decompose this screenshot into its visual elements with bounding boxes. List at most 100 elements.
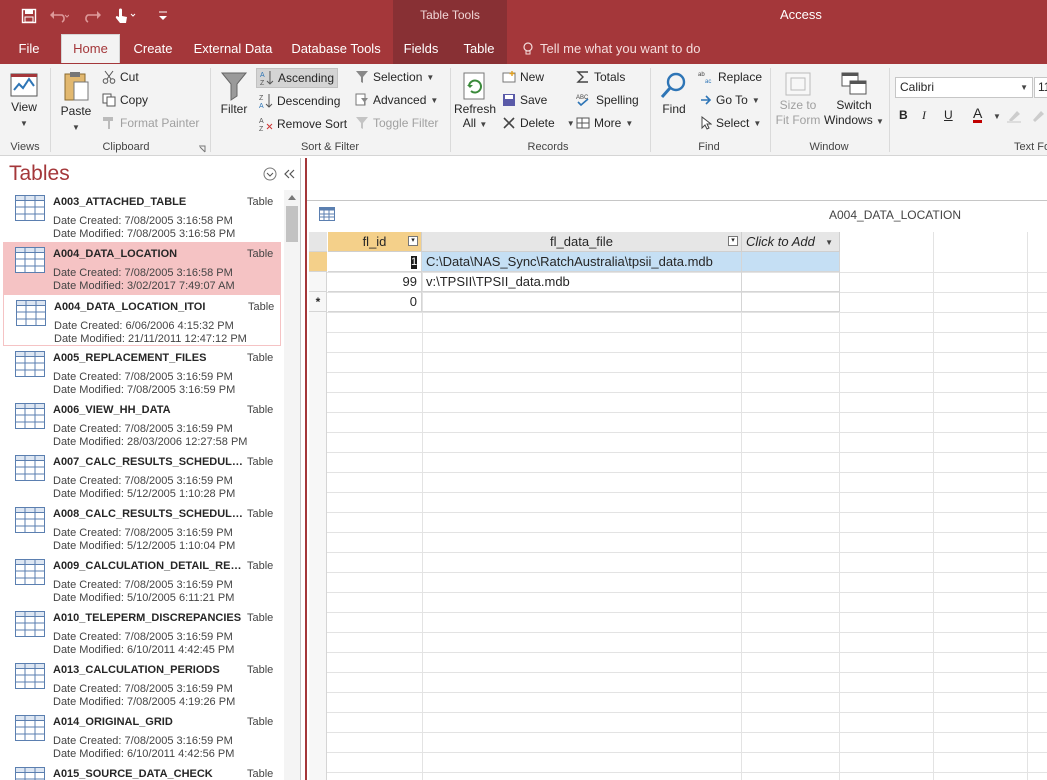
grid-line bbox=[327, 492, 1047, 493]
paste-button[interactable]: Paste ▼ bbox=[56, 70, 96, 133]
tab-table[interactable]: Table bbox=[455, 35, 503, 64]
tab-home[interactable]: Home bbox=[61, 34, 120, 63]
click-to-add-dropdown-icon[interactable]: ▼ bbox=[825, 233, 833, 253]
tab-database-tools[interactable]: Database Tools bbox=[289, 35, 383, 64]
toggle-filter-button[interactable]: Toggle Filter bbox=[355, 116, 438, 130]
nav-scrollbar[interactable] bbox=[284, 190, 300, 780]
advanced-label: Advanced bbox=[373, 93, 427, 107]
nav-item-table[interactable]: A009_CALCULATION_DETAIL_REPO... Table Da… bbox=[3, 554, 281, 606]
row-selector-current[interactable] bbox=[309, 252, 327, 272]
delete-x-icon bbox=[503, 117, 515, 129]
column-filter-icon[interactable]: ▾ bbox=[408, 236, 418, 246]
touch-mode-icon[interactable] bbox=[114, 6, 136, 26]
cell-fl-data-file-new[interactable] bbox=[422, 292, 742, 312]
bold-button[interactable]: B bbox=[899, 108, 908, 122]
cut-button[interactable]: Cut bbox=[102, 70, 139, 84]
goto-button[interactable]: Go To ▼ bbox=[700, 93, 760, 107]
table-icon bbox=[16, 300, 46, 326]
group-window-label: Window bbox=[809, 141, 849, 153]
advanced-button[interactable]: Advanced ▼ bbox=[355, 93, 438, 107]
save-record-button[interactable]: Save bbox=[502, 93, 547, 107]
cut-label: Cut bbox=[120, 70, 139, 84]
totals-button[interactable]: Totals bbox=[576, 70, 625, 84]
nav-item-table[interactable]: A004_DATA_LOCATION_ITOI Table Date Creat… bbox=[3, 294, 281, 346]
customize-qat-icon[interactable] bbox=[152, 6, 174, 26]
ascending-button[interactable]: AZ Ascending bbox=[256, 68, 338, 88]
nav-item-table[interactable]: A008_CALC_RESULTS_SCHEDULE7 Table Date C… bbox=[3, 502, 281, 554]
selection-button[interactable]: Selection ▼ bbox=[355, 70, 434, 84]
scroll-up-icon[interactable] bbox=[288, 194, 296, 200]
tab-file[interactable]: File bbox=[8, 35, 50, 64]
spelling-button[interactable]: ABC Spelling bbox=[576, 93, 639, 107]
nav-item-table[interactable]: A010_TELEPERM_DISCREPANCIES Table Date C… bbox=[3, 606, 281, 658]
font-color-dropdown-icon[interactable]: ▼ bbox=[993, 112, 1001, 121]
more-button[interactable]: More ▼ bbox=[576, 116, 633, 130]
filter-button[interactable]: Filter bbox=[216, 70, 252, 117]
nav-item-table[interactable]: A003_ATTACHED_TABLE Table Date Created: … bbox=[3, 190, 281, 242]
nav-menu-icon[interactable] bbox=[263, 167, 277, 181]
nav-item-table-selected[interactable]: A004_DATA_LOCATION Table Date Created: 7… bbox=[3, 242, 281, 294]
undo-icon[interactable] bbox=[48, 6, 70, 26]
scroll-thumb[interactable] bbox=[286, 206, 298, 242]
datasheet-table-icon bbox=[319, 207, 335, 221]
column-header-fl-id[interactable]: fl_id ▾ bbox=[328, 232, 422, 252]
dialog-launcher-icon[interactable] bbox=[198, 145, 206, 153]
delete-label: Delete bbox=[520, 116, 555, 130]
nav-item-table[interactable]: A013_CALCULATION_PERIODS Table Date Crea… bbox=[3, 658, 281, 710]
cell-fl-id[interactable]: 99 bbox=[328, 272, 422, 292]
save-icon[interactable] bbox=[18, 6, 40, 26]
font-name-select[interactable]: Calibri ▼ bbox=[895, 77, 1033, 98]
tab-fields[interactable]: Fields bbox=[398, 35, 444, 64]
nav-item-table[interactable]: A015_SOURCE_DATA_CHECK Table bbox=[3, 762, 281, 780]
nav-item-table[interactable]: A007_CALC_RESULTS_SCHEDULE14 Table Date … bbox=[3, 450, 281, 502]
cell-fl-data-file[interactable]: C:\Data\NAS_Sync\RatchAustralia\tpsii_da… bbox=[422, 252, 742, 272]
view-button[interactable]: View ▼ bbox=[6, 70, 42, 129]
new-row-marker[interactable]: * bbox=[309, 292, 327, 312]
font-size-select[interactable]: 11 bbox=[1034, 77, 1047, 98]
row-selector[interactable] bbox=[309, 272, 327, 292]
refresh-label-1: Refresh bbox=[454, 102, 497, 116]
replace-button[interactable]: ab ac Replace bbox=[698, 70, 762, 84]
tell-me-search[interactable]: Tell me what you want to do bbox=[522, 41, 700, 56]
remove-sort-button[interactable]: AZ Remove Sort bbox=[259, 116, 347, 132]
column-header-fl-data-file[interactable]: fl_data_file ▾ bbox=[422, 232, 742, 252]
selection-label: Selection bbox=[373, 70, 423, 84]
refresh-all-button[interactable]: Refresh All ▼ bbox=[454, 70, 496, 132]
redo-icon[interactable] bbox=[82, 6, 104, 26]
cell-fl-id-new[interactable]: 0 bbox=[328, 292, 422, 312]
cell-click-to-add[interactable] bbox=[742, 252, 840, 272]
nav-item-table[interactable]: A005_REPLACEMENT_FILES Table Date Create… bbox=[3, 346, 281, 398]
tab-external-data[interactable]: External Data bbox=[190, 35, 276, 64]
cell-fl-id[interactable]: 1 bbox=[328, 252, 422, 272]
table-icon bbox=[15, 767, 45, 780]
delete-record-button[interactable]: Delete ▼ bbox=[502, 116, 575, 130]
nav-item-table[interactable]: A014_ORIGINAL_GRID Table Date Created: 7… bbox=[3, 710, 281, 762]
format-painter-button[interactable]: Format Painter bbox=[102, 116, 199, 130]
column-header-click-to-add[interactable]: Click to Add ▼ bbox=[742, 232, 840, 252]
italic-button[interactable]: I bbox=[922, 108, 926, 123]
copy-button[interactable]: Copy bbox=[102, 93, 148, 107]
cell-click-to-add[interactable] bbox=[742, 272, 840, 292]
switch-windows-button[interactable]: Switch Windows ▼ bbox=[824, 70, 884, 129]
cell-click-to-add-new[interactable] bbox=[742, 292, 840, 312]
cell-fl-data-file[interactable]: v:\TPSII\TPSII_data.mdb bbox=[422, 272, 742, 292]
copy-label: Copy bbox=[120, 93, 149, 107]
new-record-button[interactable]: New bbox=[502, 70, 544, 84]
nav-item-table[interactable]: A006_VIEW_HH_DATA Table Date Created: 7/… bbox=[3, 398, 281, 450]
find-button[interactable]: Find bbox=[656, 70, 692, 117]
document-tab-title[interactable]: A004_DATA_LOCATION bbox=[829, 208, 961, 222]
tab-create[interactable]: Create bbox=[128, 35, 178, 64]
nav-item-type: Table bbox=[247, 352, 274, 364]
nav-title[interactable]: Tables bbox=[9, 162, 70, 186]
font-color-button[interactable]: A bbox=[973, 106, 983, 123]
grid-line bbox=[422, 232, 423, 780]
shutter-bar-close-icon[interactable] bbox=[283, 168, 295, 180]
select-all-button[interactable] bbox=[309, 232, 327, 252]
column-filter-icon[interactable]: ▾ bbox=[728, 236, 738, 246]
select-button[interactable]: Select ▼ bbox=[700, 116, 761, 130]
underline-button[interactable]: U bbox=[944, 108, 953, 122]
shading-icon[interactable] bbox=[1030, 108, 1046, 124]
size-to-fit-button[interactable]: Size to Fit Form bbox=[774, 70, 822, 128]
descending-button[interactable]: ZA Descending bbox=[259, 93, 340, 109]
highlight-icon[interactable] bbox=[1006, 108, 1024, 124]
